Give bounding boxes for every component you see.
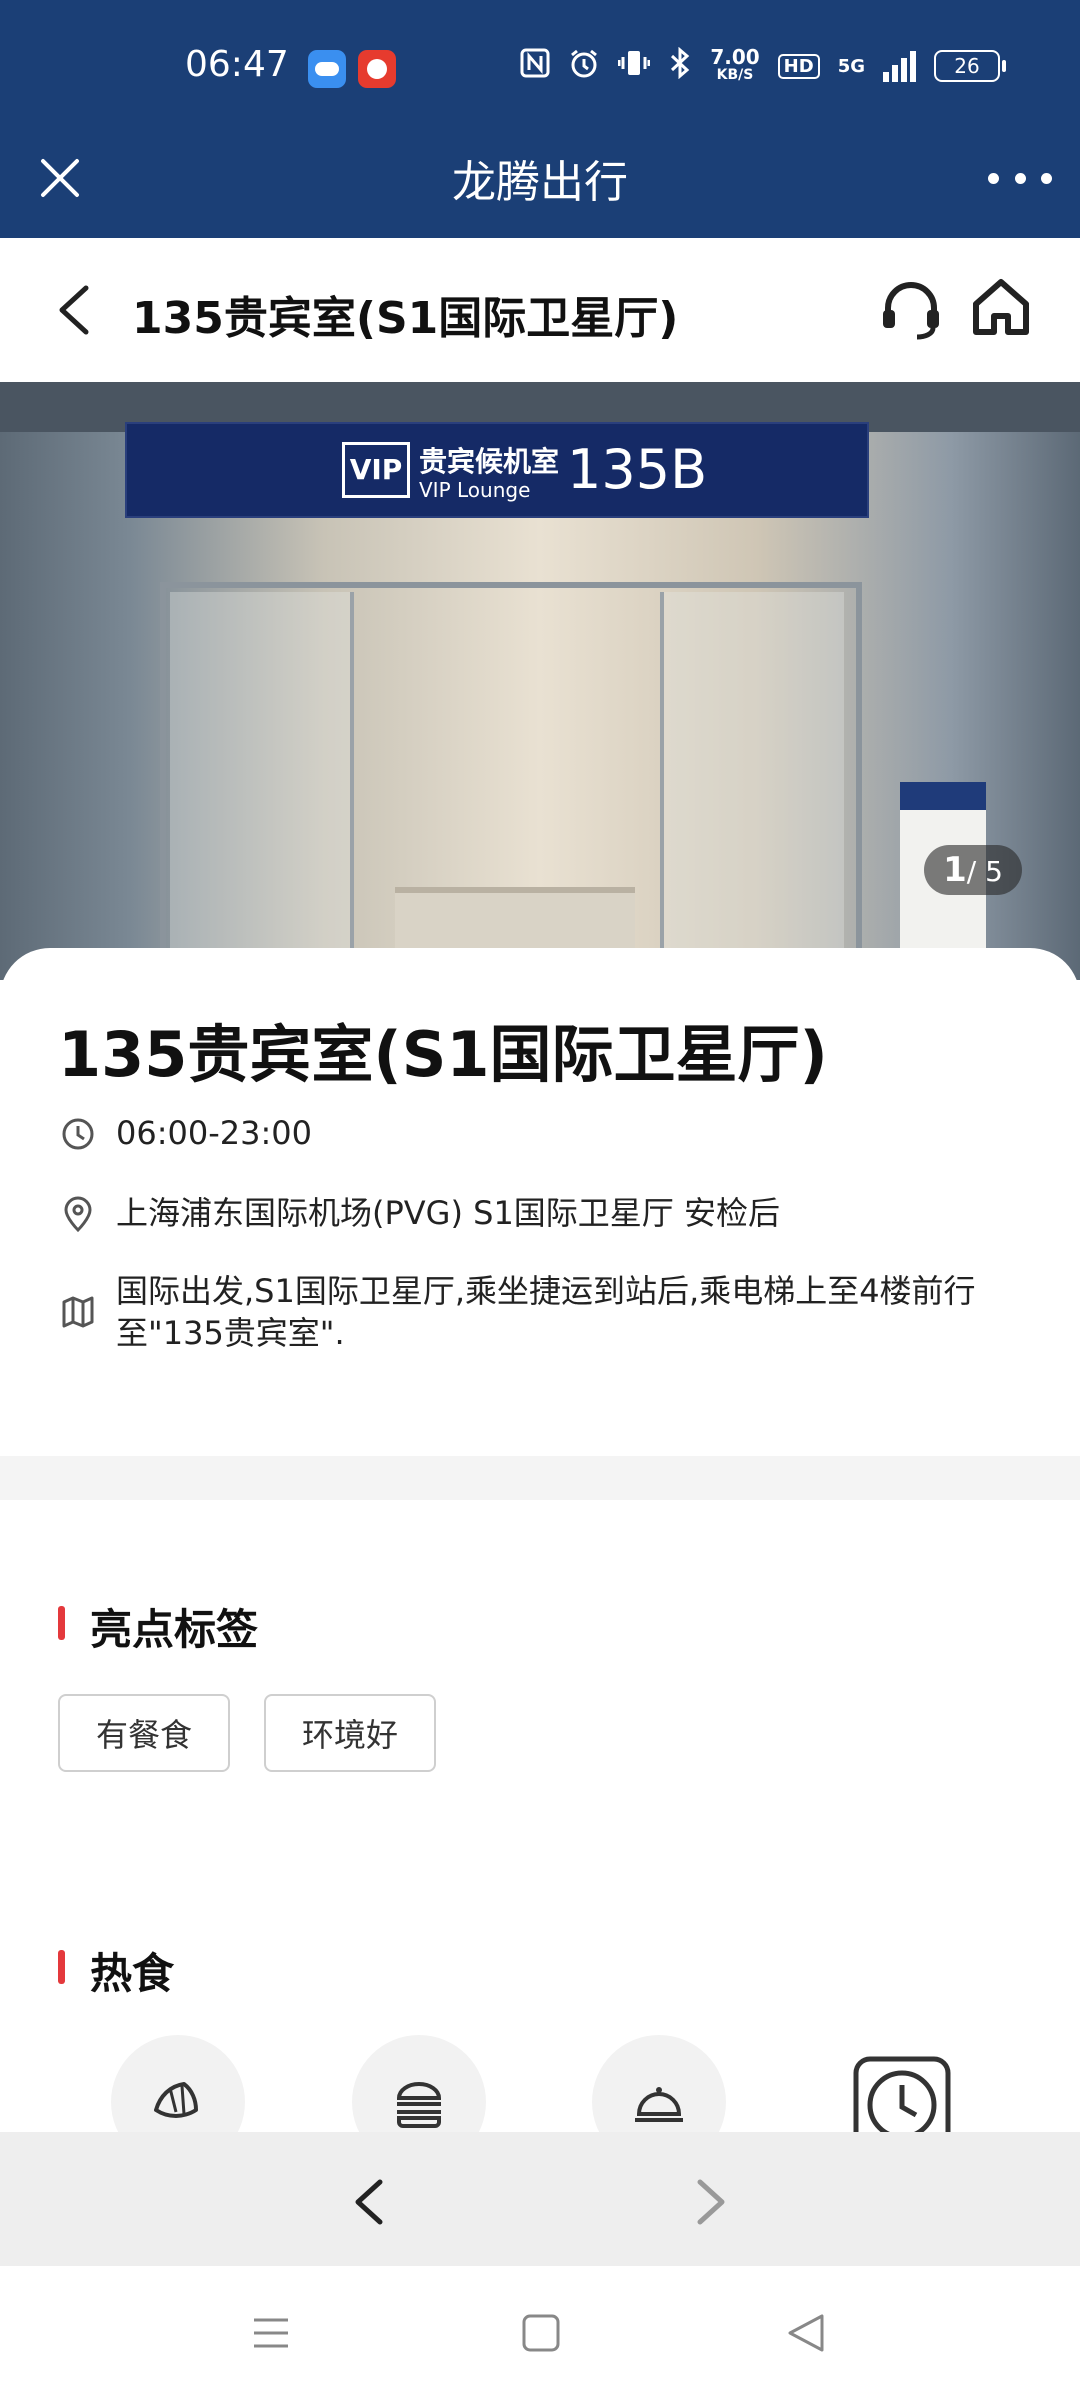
venue-info-card: 135贵宾室(S1国际卫星厅) 06:00-23:00 上海浦东国际机场(PVG…: [0, 948, 1080, 1456]
weather-app-icon: [308, 50, 346, 88]
square-icon: [522, 2314, 560, 2352]
vibrate-icon: [617, 47, 651, 86]
location-pin-icon: [64, 1196, 92, 1233]
map-icon: [62, 1296, 94, 1328]
image-counter-current: 1: [943, 850, 967, 890]
system-home-button[interactable]: [518, 2310, 564, 2356]
route-text: 国际出发,S1国际卫星厅,乘坐捷运到站后,乘电梯上至4楼前行至"135贵宾室".: [116, 1272, 976, 1352]
highlights-section-title: 亮点标签: [58, 1596, 258, 1657]
lounge-sign: VIP 贵宾候机室 VIP Lounge 135B: [125, 422, 869, 518]
app-header: 龙腾出行: [0, 128, 1080, 238]
network-type: 5G: [837, 55, 865, 77]
customer-service-button[interactable]: [878, 276, 944, 342]
status-time: 06:47: [185, 44, 289, 85]
photo-door-right: [660, 592, 844, 980]
address-row[interactable]: 上海浦东国际机场(PVG) S1国际卫星厅 安检后: [58, 1192, 1076, 1234]
system-nav-bar: [0, 2266, 1080, 2400]
highlight-tags: 有餐食 环境好: [58, 1694, 436, 1772]
net-speed-value: 7.00: [710, 45, 760, 69]
headset-icon: [883, 282, 939, 340]
hours-text: 06:00-23:00: [116, 1114, 312, 1152]
browser-nav-bar: [0, 2132, 1080, 2266]
highlight-tag: 环境好: [264, 1694, 436, 1772]
triangle-back-icon: [788, 2314, 824, 2352]
battery-icon: 26: [934, 50, 1006, 82]
image-counter: 1/ 5: [924, 845, 1022, 895]
route-row: 国际出发,S1国际卫星厅,乘坐捷运到站后,乘电梯上至4楼前行至"135贵宾室".: [58, 1270, 1076, 1354]
section-divider: [0, 1456, 1080, 1500]
photo-door-left: [170, 592, 354, 980]
hd-badge: HD: [777, 53, 820, 79]
status-indicators: 7.00 KB/S HD 5G 26: [520, 44, 1006, 88]
recent-apps-button[interactable]: [250, 2312, 292, 2354]
status-bar: 06:47 7.00 KB/S HD 5G 26: [0, 0, 1080, 138]
notification-app-icon: [358, 50, 396, 88]
venue-title: 135贵宾室(S1国际卫星厅): [58, 1018, 828, 1091]
image-counter-total: / 5: [966, 855, 1003, 888]
chevron-left-icon: [355, 2179, 383, 2225]
net-speed: 7.00 KB/S: [710, 45, 760, 84]
sign-number: 135B: [567, 438, 708, 501]
nfc-icon: [520, 48, 550, 85]
browser-back-button[interactable]: [330, 2162, 410, 2242]
sign-vip-logo: VIP: [342, 442, 410, 498]
chevron-right-icon: [697, 2179, 725, 2225]
app-title: 龙腾出行: [452, 157, 628, 208]
facility-icon-row: [0, 2035, 1080, 2169]
menu-icon: [254, 2318, 288, 2348]
sign-en-text: VIP Lounge: [419, 478, 531, 502]
net-speed-unit: KB/S: [716, 67, 754, 83]
hours-row: 06:00-23:00: [58, 1112, 1076, 1154]
system-back-button[interactable]: [784, 2310, 830, 2356]
clock-icon: [62, 1118, 94, 1150]
address-text: 上海浦东国际机场(PVG) S1国际卫星厅 安检后: [116, 1194, 780, 1232]
sign-cn-text: 贵宾候机室: [419, 445, 560, 478]
signal-icon: [883, 50, 916, 82]
bluetooth-icon: [668, 46, 692, 86]
more-options-button[interactable]: [988, 158, 1052, 198]
hot-food-section-title: 热食: [58, 1940, 174, 2001]
lounge-photo[interactable]: VIP 贵宾候机室 VIP Lounge 135B: [0, 382, 1080, 980]
page-title: 135贵宾室(S1国际卫星厅): [132, 293, 679, 344]
browser-forward-button[interactable]: [670, 2162, 750, 2242]
back-button[interactable]: [50, 282, 100, 338]
alarm-icon: [568, 47, 600, 86]
home-button[interactable]: [968, 274, 1034, 340]
page-nav-bar: 135贵宾室(S1国际卫星厅): [0, 238, 1080, 382]
home-icon: [973, 279, 1029, 335]
highlight-tag: 有餐食: [58, 1694, 230, 1772]
